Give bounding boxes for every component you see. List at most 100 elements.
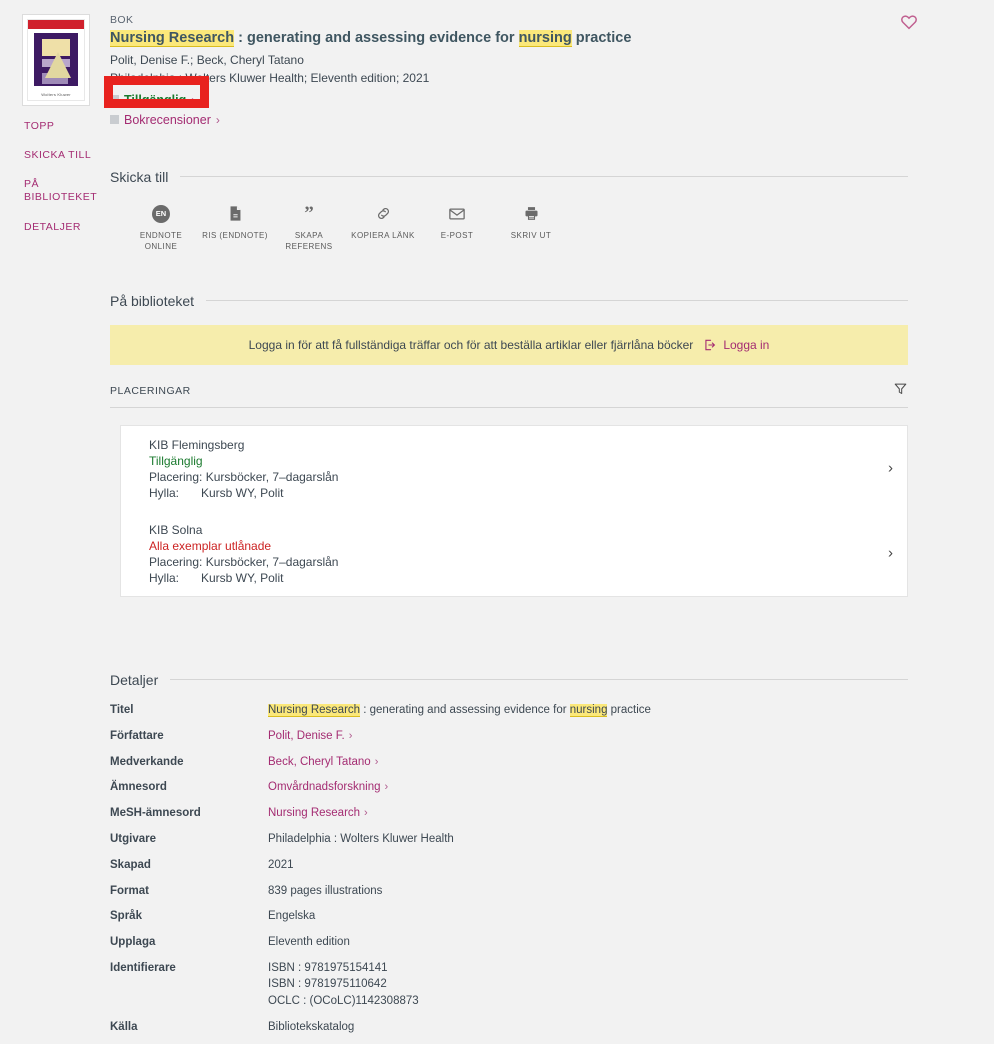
location-row[interactable]: KIB Solna Alla exemplar utlånade Placeri… (121, 511, 907, 596)
title-highlight-1: Nursing Research (268, 703, 361, 716)
reviews-icon (110, 115, 119, 125)
record-header: Wolters Kluwer BOK Nursing Research : ge… (0, 0, 994, 127)
send-to-label: SKRIV UT (510, 230, 552, 240)
send-to-skapa-referens[interactable]: ” SKAPA REFERENS (272, 203, 346, 253)
endnote-badge-text: EN (152, 204, 170, 223)
heading-divider (170, 679, 908, 681)
send-to-epost[interactable]: E-POST (420, 203, 494, 253)
record-title-link[interactable]: Nursing Research : generating and assess… (110, 29, 884, 49)
details-key: Titel (110, 703, 134, 716)
location-placement: Placering: Kursböcker, 7–dagarslån (149, 470, 873, 485)
document-icon (198, 203, 272, 225)
book-cover-image: Wolters Kluwer (27, 19, 85, 101)
sidebar-item-detaljer[interactable]: DETALJER (24, 221, 108, 234)
availability-link[interactable]: Tillgänglig › (110, 93, 884, 107)
library-heading-text: På biblioteket (110, 292, 195, 309)
details-row-utgivare: Utgivare Philadelphia : Wolters Kluwer H… (110, 831, 908, 857)
placement-label: Placering: (149, 554, 203, 569)
send-to-skriv-ut[interactable]: SKRIV UT (494, 203, 568, 253)
cover-publisher-logo: Wolters Kluwer (41, 92, 71, 97)
mesh-link-text: Nursing Research (268, 807, 361, 820)
sidebar-item-topp[interactable]: TOPP (24, 120, 108, 133)
login-arrow-icon (705, 339, 716, 351)
placement-value: Kursböcker, 7–dagarslån (205, 554, 339, 569)
details-value-identifiers: ISBN : 9781975154141 ISBN : 978197511064… (268, 960, 908, 1019)
details-value-created: 2021 (268, 859, 294, 872)
record-authors: Polit, Denise F.; Beck, Cheryl Tatano (110, 52, 304, 67)
availability-label: Tillgänglig (124, 92, 187, 107)
heading-divider (180, 176, 908, 178)
envelope-icon (420, 203, 494, 225)
details-value-subject[interactable]: Omvårdnadsforskning › (268, 779, 908, 805)
cover-body (34, 33, 78, 86)
details-key: Författare (110, 729, 164, 742)
login-banner: Logga in för att få fullständiga träffar… (110, 324, 908, 365)
record-summary: BOK Nursing Research : generating and as… (110, 14, 994, 127)
heart-icon[interactable] (900, 13, 918, 31)
availability-status-icon (110, 95, 119, 105)
login-message: Logga in för att få fullständiga träffar… (248, 337, 694, 352)
login-button[interactable]: Logga in (703, 338, 769, 352)
sidebar-item-pa-biblioteket[interactable]: PÅ BIBLIOTEKET (24, 178, 108, 204)
shelf-value: Kursb WY, Polit (201, 485, 284, 500)
send-to-label: RIS (ENDNOTE) (202, 230, 268, 240)
title-tail: practice (571, 30, 632, 46)
chevron-right-icon: › (364, 807, 368, 820)
location-shelf: Hylla: Kursb WY, Polit (149, 571, 873, 586)
details-row-kalla: Källa Bibliotekskatalog (110, 1019, 908, 1044)
details-row-format: Format 839 pages illustrations (110, 883, 908, 909)
location-status: Tillgänglig (149, 453, 203, 468)
printer-icon (494, 203, 568, 225)
shelf-label: Hylla: (149, 570, 180, 585)
details-key: Identifierare (110, 961, 176, 974)
identifier-isbn-1: ISBN : 9781975154141 (268, 961, 388, 974)
chevron-right-icon: › (215, 112, 220, 127)
details-row-sprak: Språk Engelska (110, 908, 908, 934)
details-value-contributor[interactable]: Beck, Cheryl Tatano › (268, 754, 908, 780)
details-section: Detaljer Titel Nursing Research : genera… (110, 672, 908, 1044)
location-row[interactable]: KIB Flemingsberg Tillgänglig Placering: … (121, 426, 907, 511)
details-key: Språk (110, 910, 142, 923)
details-value-author[interactable]: Polit, Denise F. › (268, 728, 908, 754)
chevron-right-icon: › (191, 92, 196, 107)
book-cover: Wolters Kluwer (22, 14, 90, 106)
details-value-source: Bibliotekskatalog (268, 1020, 355, 1033)
shelf-label: Hylla: (149, 485, 180, 500)
details-value-mesh[interactable]: Nursing Research › (268, 805, 908, 831)
details-row-upplaga: Upplaga Eleventh edition (110, 934, 908, 960)
details-key: Upplaga (110, 936, 156, 949)
send-to-label: E-POST (440, 230, 474, 240)
send-to-endnote-online[interactable]: EN ENDNOTE ONLINE (124, 203, 198, 253)
details-value-format: 839 pages illustrations (268, 884, 383, 897)
details-key: MeSH-ämnesord (110, 807, 201, 820)
book-reviews-link[interactable]: Bokrecensioner › (110, 113, 884, 127)
details-key: Skapad (110, 859, 151, 872)
filter-icon[interactable] (893, 381, 908, 401)
details-key: Utgivare (110, 833, 157, 846)
title-rest: : generating and assessing evidence for (360, 703, 570, 716)
details-key: Medverkande (110, 755, 184, 768)
sidebar-item-skicka-till[interactable]: SKICKA TILL (24, 149, 108, 162)
chevron-right-icon: › (384, 781, 389, 794)
heading-divider (206, 300, 908, 302)
chevron-right-icon: › (888, 544, 893, 562)
placement-label: Placering: (149, 469, 203, 484)
chevron-right-icon: › (888, 459, 893, 477)
location-name: KIB Flemingsberg (149, 437, 245, 452)
details-row-forfattare: Författare Polit, Denise F. › (110, 728, 908, 754)
details-key: Format (110, 884, 149, 897)
send-to-ris[interactable]: RIS (ENDNOTE) (198, 203, 272, 253)
details-row-skapad: Skapad 2021 (110, 857, 908, 883)
send-to-kopiera-lank[interactable]: KOPIERA LÄNK (346, 203, 420, 253)
details-heading: Detaljer (110, 672, 908, 688)
placements-bar: PLACERINGAR (110, 381, 908, 408)
details-row-medverkande: Medverkande Beck, Cheryl Tatano › (110, 754, 908, 780)
details-value-language: Engelska (268, 910, 316, 923)
locations-card: KIB Flemingsberg Tillgänglig Placering: … (120, 424, 908, 597)
identifier-isbn-2: ISBN : 9781975110642 (268, 978, 387, 991)
details-row-identifierare: Identifierare ISBN : 9781975154141 ISBN … (110, 960, 908, 1019)
title-tail: practice (607, 703, 651, 716)
details-key: Ämnesord (110, 781, 167, 794)
record-type-label: BOK (110, 14, 134, 26)
details-heading-text: Detaljer (110, 671, 159, 688)
